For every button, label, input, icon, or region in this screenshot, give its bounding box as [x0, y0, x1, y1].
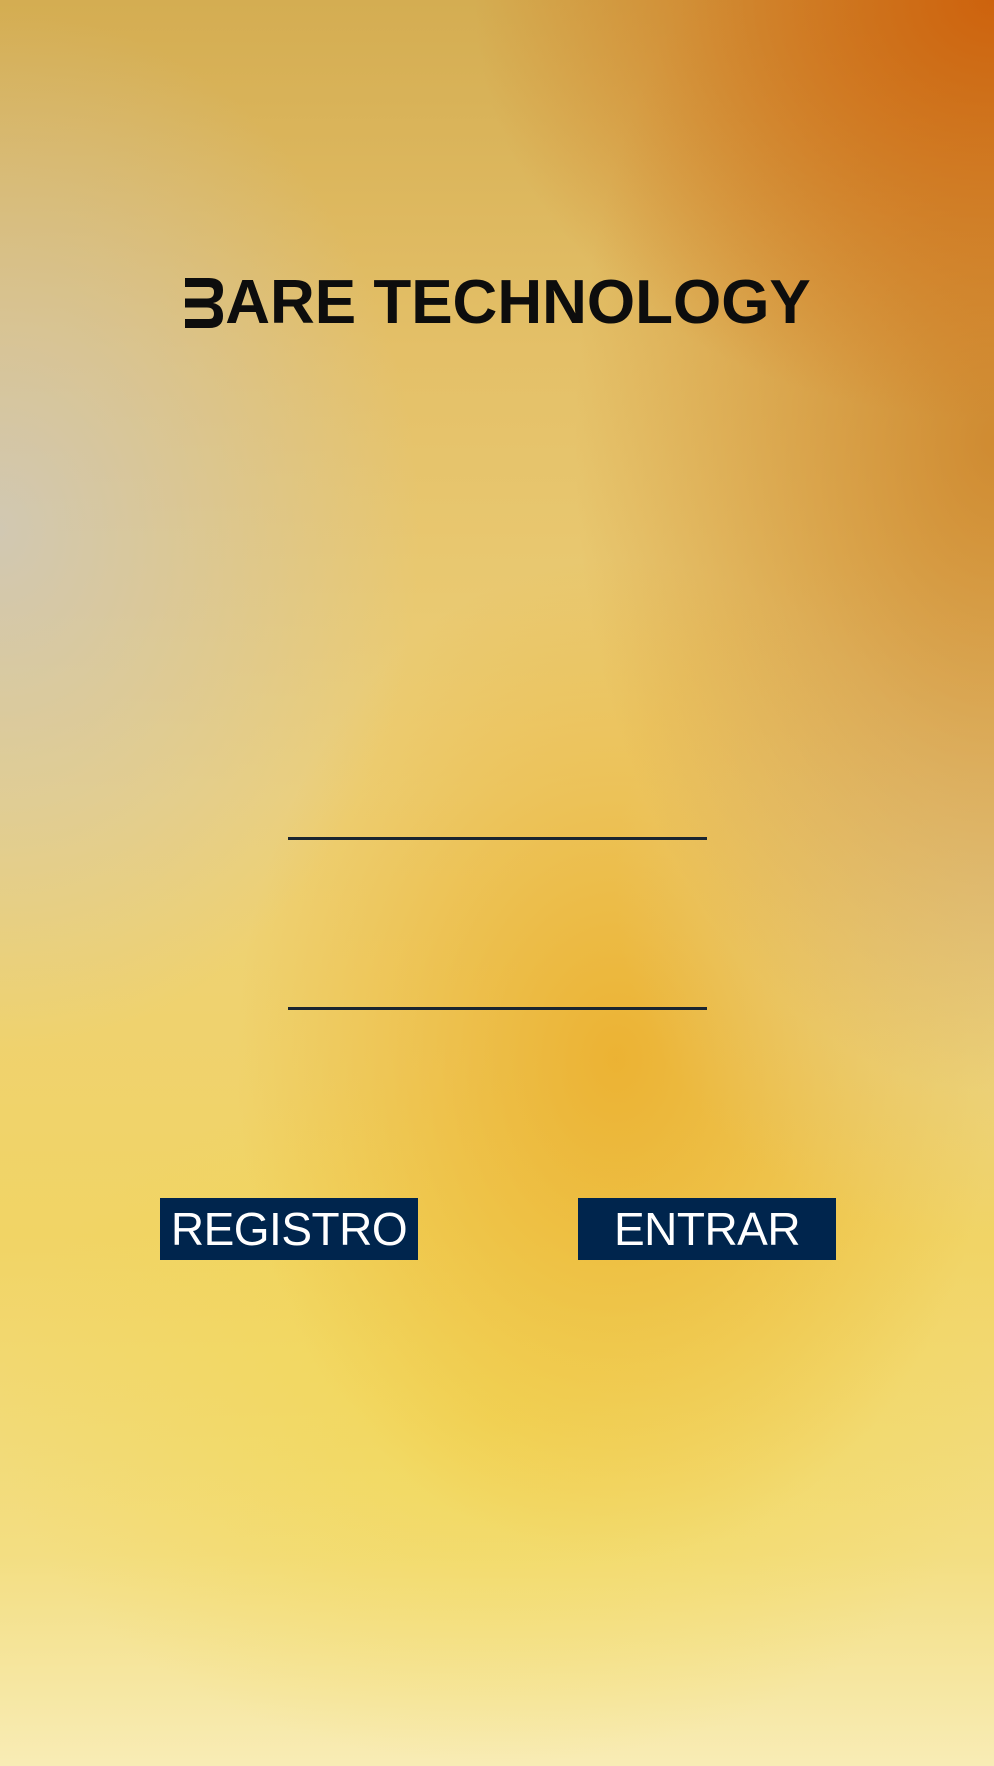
app-logo: ARE TECHNOLOGY — [170, 268, 826, 338]
app-title: ARE TECHNOLOGY — [225, 268, 811, 337]
login-button[interactable]: ENTRAR — [578, 1198, 836, 1260]
username-field[interactable] — [288, 800, 707, 840]
password-input[interactable] — [288, 970, 707, 1010]
password-field[interactable] — [288, 970, 707, 1010]
username-input[interactable] — [288, 800, 707, 840]
username-underline — [288, 837, 707, 840]
register-button[interactable]: REGISTRO — [160, 1198, 418, 1260]
password-underline — [288, 1007, 707, 1010]
reversed-b-logo-icon — [185, 278, 224, 328]
